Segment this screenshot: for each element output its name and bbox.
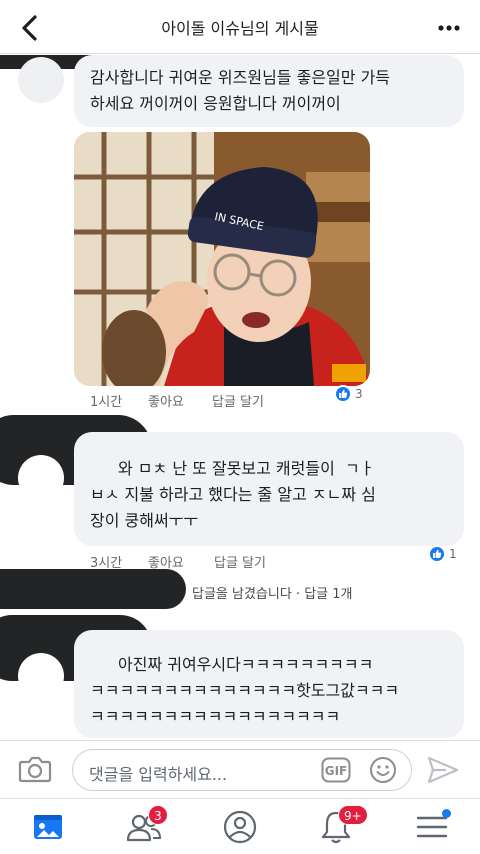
top-bar: 아이돌 이슈님의 게시물 bbox=[0, 0, 480, 54]
comment-text-line: 아진짜 귀여우시다ㅋㅋㅋㅋㅋㅋㅋㅋㅋ bbox=[118, 655, 374, 674]
bottom-tab-bar: 3 9+ bbox=[0, 798, 480, 854]
page-title: 아이돌 이슈님의 게시물 bbox=[161, 19, 319, 38]
comment-time: 1시간 bbox=[90, 395, 123, 410]
comment-feed[interactable]: 감사합니다 귀여운 위즈원님들 좋은일만 가득 하세요 꺼이꺼이 응원합니다 꺼… bbox=[0, 55, 480, 740]
gif-label: GIF bbox=[325, 764, 348, 778]
news-feed-icon[interactable] bbox=[28, 807, 68, 847]
comment-text-line: 하세요 꺼이꺼이 응원합니다 꺼이꺼이 bbox=[90, 94, 341, 113]
friend-requests-badge: 3 bbox=[148, 805, 168, 825]
like-link[interactable]: 좋아요 bbox=[148, 391, 184, 410]
profile-icon[interactable] bbox=[220, 807, 260, 847]
avatar[interactable] bbox=[18, 653, 64, 699]
comment-composer: 댓글을 입력하세요... GIF bbox=[0, 740, 480, 798]
reaction-summary[interactable]: 1 bbox=[428, 545, 468, 567]
comment-bubble: 감사합니다 귀여운 위즈원님들 좋은일만 가득 하세요 꺼이꺼이 응원합니다 꺼… bbox=[74, 55, 464, 127]
comment-input[interactable]: 댓글을 입력하세요... GIF bbox=[72, 749, 412, 791]
crying-person-photo: IN SPACE bbox=[74, 132, 370, 386]
like-reaction-icon bbox=[334, 385, 352, 403]
comment-input-placeholder: 댓글을 입력하세요... bbox=[89, 765, 228, 784]
comment-actions: 1시간 좋아요 답글 달기 bbox=[90, 391, 350, 410]
avatar[interactable] bbox=[18, 57, 64, 103]
emoji-icon[interactable] bbox=[369, 756, 397, 784]
like-reaction-icon bbox=[428, 545, 446, 563]
comment-text-line: 와 ㅁㅊ 난 또 잘못보고 캐럿들이 ㄱㅏ bbox=[118, 459, 375, 478]
comment-bubble: 아진짜 귀여우시다ㅋㅋㅋㅋㅋㅋㅋㅋㅋ ㅋㅋㅋㅋㅋㅋㅋㅋㅋㅋㅋㅋㅋㅋ핫도그값ㅋㅋㅋ… bbox=[74, 630, 464, 738]
reply-link[interactable]: 답글 달기 bbox=[214, 552, 266, 571]
comment-actions: 3시간 좋아요 답글 달기 bbox=[90, 552, 350, 571]
reaction-count: 3 bbox=[355, 387, 363, 401]
send-icon[interactable] bbox=[426, 755, 460, 785]
reply-summary-link[interactable]: 답글을 남겼습니다 · 답글 1개 bbox=[192, 583, 353, 602]
reaction-summary[interactable]: 3 bbox=[334, 385, 374, 407]
comment-text-line: ㅋㅋㅋㅋㅋㅋㅋㅋㅋㅋㅋㅋㅋㅋㅋㅋㅋ bbox=[90, 707, 341, 726]
comment-text-line: ㅋㅋㅋㅋㅋㅋㅋㅋㅋㅋㅋㅋㅋㅋ핫도그값ㅋㅋㅋ bbox=[90, 681, 400, 700]
redacted-name bbox=[0, 569, 186, 609]
comment-text-line: ㅂㅅ 지불 하라고 했다는 줄 알고 ㅈㄴ짜 심 bbox=[90, 485, 376, 504]
reply-link[interactable]: 답글 달기 bbox=[212, 391, 264, 410]
reaction-count: 1 bbox=[449, 547, 457, 561]
comment-text-line: 감사합니다 귀여운 위즈원님들 좋은일만 가득 bbox=[90, 68, 391, 87]
more-options-icon[interactable] bbox=[434, 16, 464, 40]
menu-new-dot bbox=[442, 809, 451, 818]
comment-bubble: 와 ㅁㅊ 난 또 잘못보고 캐럿들이 ㄱㅏ ㅂㅅ 지불 하라고 했다는 줄 알고… bbox=[74, 432, 464, 546]
camera-icon[interactable] bbox=[18, 753, 52, 785]
notifications-badge: 9+ bbox=[338, 805, 368, 825]
gif-icon[interactable]: GIF bbox=[321, 757, 351, 783]
comment-text-line: 장이 쿵해써ㅜㅜ bbox=[90, 511, 199, 530]
avatar[interactable] bbox=[18, 455, 64, 501]
comment-photo[interactable]: IN SPACE bbox=[74, 132, 370, 386]
